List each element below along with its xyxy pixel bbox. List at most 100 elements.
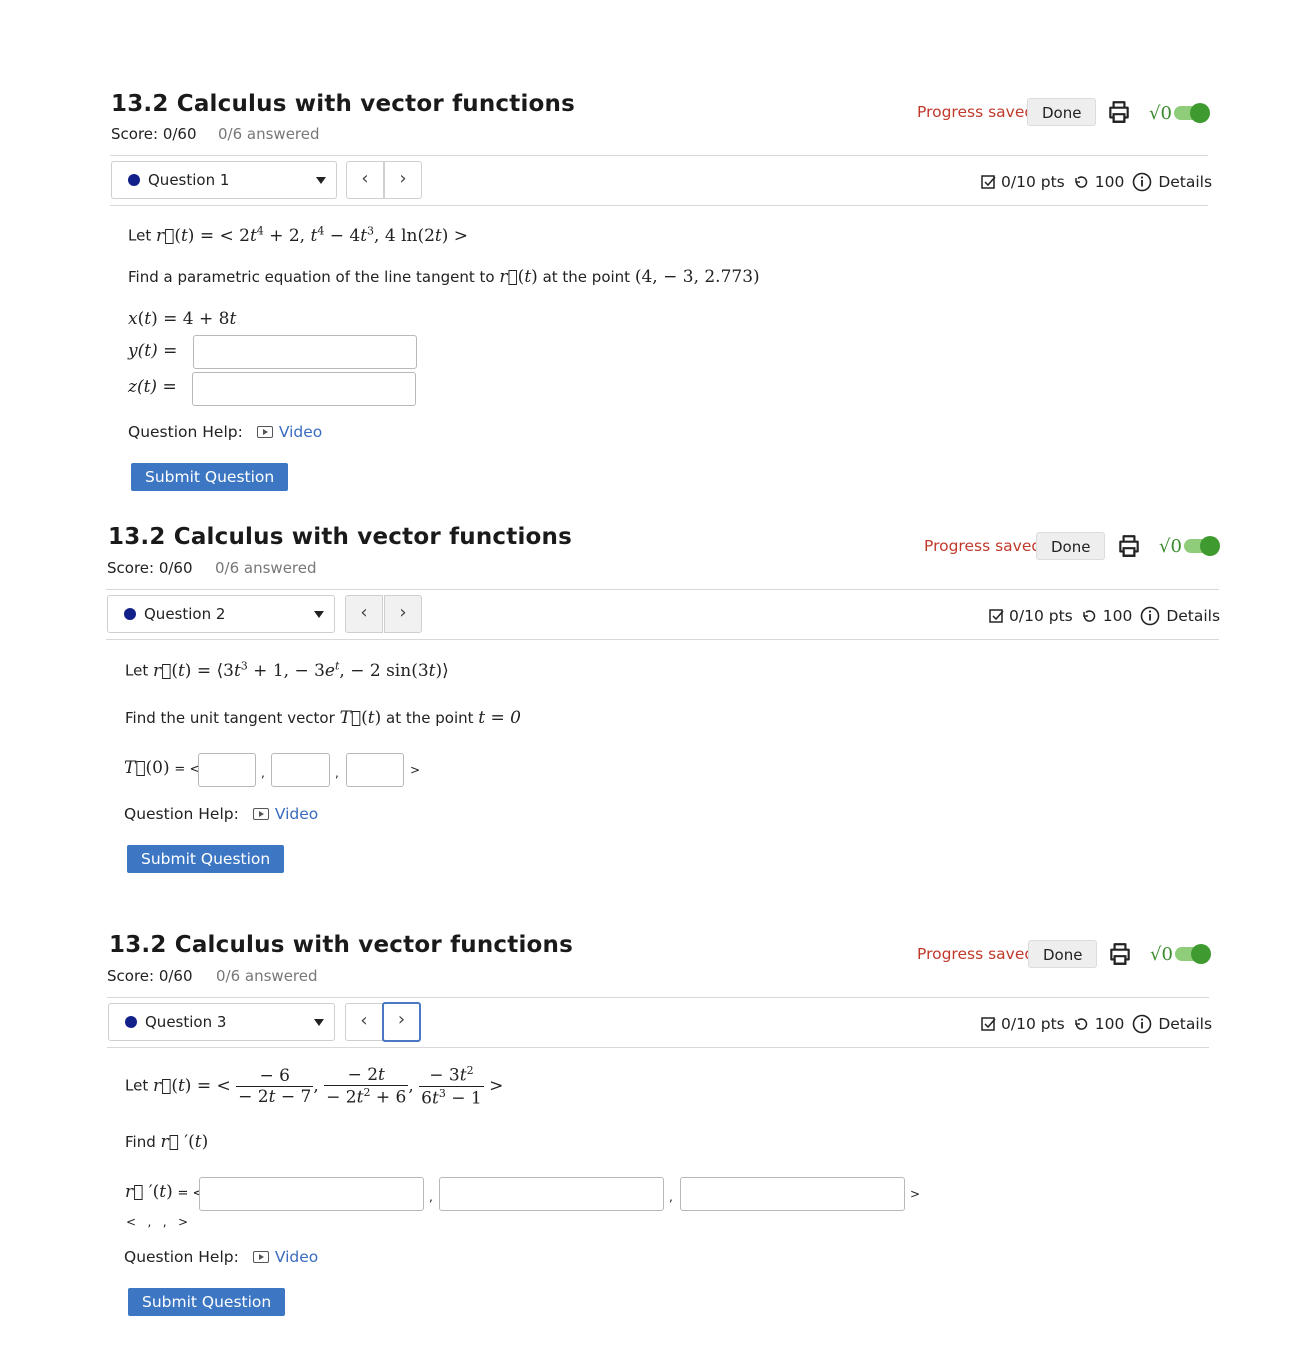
prev-question-button[interactable]: ‹ xyxy=(346,161,384,199)
print-icon[interactable] xyxy=(1107,941,1133,967)
print-icon[interactable] xyxy=(1106,99,1132,125)
video-link[interactable]: Video xyxy=(275,805,318,823)
question-select[interactable]: Question 1 xyxy=(111,161,337,199)
chevron-down-icon xyxy=(316,177,326,184)
bracket-close: > xyxy=(410,763,421,777)
done-button[interactable]: Done xyxy=(1028,940,1098,968)
score-text: Score: 0/60 xyxy=(111,125,197,143)
video-link[interactable]: Video xyxy=(279,423,322,441)
progress-status: Progress saved xyxy=(924,537,1042,555)
math-entry-toggle[interactable]: √0 xyxy=(1159,534,1220,558)
question-help: Question Help: Video xyxy=(128,423,322,441)
status-dot-icon xyxy=(124,608,136,620)
submit-question-button[interactable]: Submit Question xyxy=(127,845,285,873)
divider xyxy=(107,1047,1209,1048)
done-button[interactable]: Done xyxy=(1036,532,1106,560)
divider xyxy=(107,997,1209,998)
answer-label: T⃗(0) = < xyxy=(124,758,201,778)
question-select[interactable]: Question 2 xyxy=(107,595,335,633)
question-select[interactable]: Question 3 xyxy=(108,1003,335,1041)
video-icon xyxy=(252,1251,269,1263)
points-text: 0/10 pts xyxy=(1001,1015,1065,1033)
next-question-button[interactable]: › xyxy=(384,595,422,633)
question-label: Question 1 xyxy=(148,171,230,189)
y-answer-input[interactable] xyxy=(193,335,417,369)
divider xyxy=(106,589,1219,590)
done-button[interactable]: Done xyxy=(1027,98,1097,126)
next-question-button[interactable]: › xyxy=(384,161,422,199)
info-icon[interactable] xyxy=(1140,606,1160,626)
derivative-component-3-input[interactable] xyxy=(680,1177,905,1211)
next-question-button[interactable]: › xyxy=(382,1002,421,1042)
answered-count: 0/6 answered xyxy=(218,125,320,143)
points-text: 0/10 pts xyxy=(1001,173,1065,191)
question-help: Question Help: Video xyxy=(124,1248,318,1266)
retry-icon xyxy=(1074,1018,1087,1030)
toggle-switch[interactable] xyxy=(1183,536,1220,556)
question-prompt: Find the unit tangent vector T⃗(t) at th… xyxy=(125,708,521,728)
status-dot-icon xyxy=(125,1016,137,1028)
prev-question-button[interactable]: ‹ xyxy=(345,1003,383,1041)
math-entry-toggle[interactable]: √0 xyxy=(1150,942,1211,966)
divider xyxy=(110,205,1208,206)
sqrt-icon: √0 xyxy=(1149,102,1172,124)
question-statement: Let r⃗(t) = < − 6− 2t − 7, − 2t − 2t2 + 6… xyxy=(125,1064,504,1109)
comma-separator: , xyxy=(669,1190,673,1204)
answer-label: r⃗ ′(t) = < xyxy=(125,1182,204,1202)
submit-question-button[interactable]: Submit Question xyxy=(131,463,289,491)
help-label: Question Help: xyxy=(124,1248,239,1266)
answer-preview: < , , > xyxy=(126,1215,189,1229)
bracket-close: > xyxy=(910,1187,921,1201)
attempts-text: 100 xyxy=(1102,607,1133,625)
details-link[interactable]: Details xyxy=(1158,173,1212,191)
retry-icon xyxy=(1082,610,1095,622)
toggle-switch[interactable] xyxy=(1173,103,1210,123)
retry-icon xyxy=(1074,176,1087,188)
video-icon xyxy=(256,426,273,438)
question-label: Question 2 xyxy=(144,605,226,623)
details-link[interactable]: Details xyxy=(1158,1015,1212,1033)
details-link[interactable]: Details xyxy=(1166,607,1220,625)
sqrt-icon: √0 xyxy=(1159,535,1182,557)
page-title: 13.2 Calculus with vector functions xyxy=(108,524,573,550)
comma-separator: , xyxy=(335,766,339,780)
chevron-down-icon xyxy=(314,611,324,618)
print-icon[interactable] xyxy=(1116,533,1142,559)
toggle-switch[interactable] xyxy=(1174,944,1211,964)
math-entry-toggle[interactable]: √0 xyxy=(1149,101,1210,125)
t-component-3-input[interactable] xyxy=(346,753,404,787)
question-prompt: Find r⃗ ′(t) xyxy=(125,1132,209,1152)
checkbox-icon xyxy=(981,1017,996,1031)
info-icon[interactable] xyxy=(1132,1014,1152,1034)
answered-count: 0/6 answered xyxy=(216,967,318,985)
video-link[interactable]: Video xyxy=(275,1248,318,1266)
sqrt-icon: √0 xyxy=(1150,943,1173,965)
attempts-text: 100 xyxy=(1094,1015,1125,1033)
t-component-2-input[interactable] xyxy=(271,753,330,787)
info-icon[interactable] xyxy=(1132,172,1152,192)
page-title: 13.2 Calculus with vector functions xyxy=(109,932,574,958)
checkbox-icon xyxy=(981,175,996,189)
submit-question-button[interactable]: Submit Question xyxy=(128,1288,286,1316)
points-bar: 0/10 pts 100 Details xyxy=(981,1014,1212,1034)
x-equation: x(t) = 4 + 8t xyxy=(128,309,237,329)
chevron-down-icon xyxy=(314,1019,324,1026)
z-label: z(t) = xyxy=(128,377,177,397)
comma-separator: , xyxy=(429,1190,433,1204)
comma-separator: , xyxy=(261,766,265,780)
prev-question-button[interactable]: ‹ xyxy=(345,595,383,633)
score-text: Score: 0/60 xyxy=(107,967,193,985)
t-component-1-input[interactable] xyxy=(198,753,256,787)
status-dot-icon xyxy=(128,174,140,186)
answered-count: 0/6 answered xyxy=(215,559,317,577)
points-bar: 0/10 pts 100 Details xyxy=(989,606,1220,626)
attempts-text: 100 xyxy=(1094,173,1125,191)
points-bar: 0/10 pts 100 Details xyxy=(981,172,1212,192)
derivative-component-2-input[interactable] xyxy=(439,1177,664,1211)
checkbox-icon xyxy=(989,609,1004,623)
progress-status: Progress saved xyxy=(917,103,1035,121)
derivative-component-1-input[interactable] xyxy=(199,1177,424,1211)
z-answer-input[interactable] xyxy=(192,372,416,406)
question-label: Question 3 xyxy=(145,1013,227,1031)
divider xyxy=(106,639,1219,640)
